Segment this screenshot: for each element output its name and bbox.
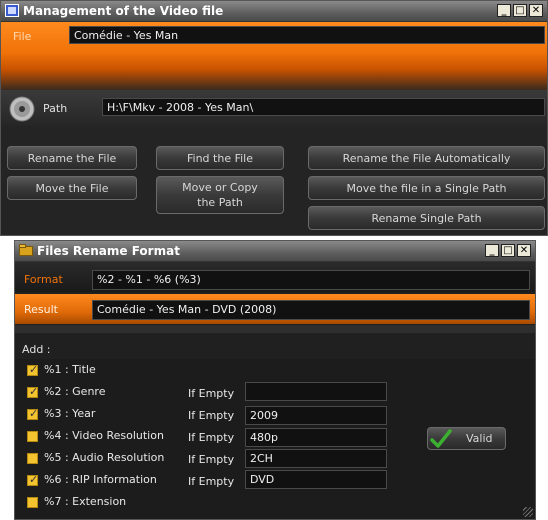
option-extension: %7 : Extension	[15, 495, 215, 511]
option-extension-checkbox[interactable]	[27, 497, 38, 508]
option-title-checkbox[interactable]: ✓	[27, 363, 39, 376]
option-genre-checkbox[interactable]: ✓	[27, 385, 39, 398]
option-extension-label: %7 : Extension	[44, 495, 127, 508]
option-rip-information: ✓ %6 : RIP Information If Empty DVD	[15, 470, 535, 493]
check-mark-icon: ✓	[29, 473, 39, 486]
option-rip-information-label: %6 : RIP Information	[44, 473, 157, 486]
move-copy-path-label-line1: Move or Copy	[182, 181, 258, 194]
window-title: Management of the Video file	[23, 4, 224, 18]
option-title: ✓ %1 : Title	[15, 363, 215, 379]
rename-file-button[interactable]: Rename the File	[7, 146, 137, 170]
option-audio-resolution-checkbox[interactable]	[27, 453, 38, 464]
format-label: Format	[24, 273, 63, 286]
close-button-2[interactable]: ✕	[517, 244, 531, 257]
option-audio-resolution-label: %5 : Audio Resolution	[44, 451, 165, 464]
rename-single-path-button[interactable]: Rename Single Path	[308, 206, 545, 230]
option-genre-label: %2 : Genre	[44, 385, 106, 398]
valid-button[interactable]: Valid	[427, 427, 506, 450]
maximize-button[interactable]: □	[513, 4, 527, 17]
files-rename-format-window: Files Rename Format _ □ ✕ Format %2 - %1…	[14, 240, 536, 520]
option-genre: ✓ %2 : Genre If Empty	[15, 382, 535, 405]
move-file-button[interactable]: Move the File	[7, 176, 137, 200]
move-single-path-button[interactable]: Move the file in a Single Path	[308, 176, 545, 200]
move-copy-path-button[interactable]: Move or Copy the Path	[156, 176, 284, 214]
rip-information-if-empty-field[interactable]: DVD	[245, 470, 387, 489]
valid-label: Valid	[466, 432, 493, 445]
disc-icon	[9, 96, 35, 122]
check-mark-icon: ✓	[29, 385, 39, 398]
option-year-checkbox[interactable]: ✓	[27, 407, 39, 420]
option-year-label: %3 : Year	[44, 407, 96, 420]
audio-resolution-if-empty-field[interactable]: 2CH	[245, 449, 387, 468]
video-management-window: Management of the Video file _ □ ✕ File …	[0, 0, 548, 236]
option-year: ✓ %3 : Year If Empty 2009	[15, 406, 535, 427]
folder-icon	[19, 244, 33, 256]
if-empty-label: If Empty	[188, 387, 235, 400]
file-field[interactable]: Comédie - Yes Man	[69, 26, 545, 44]
minimize-button-2[interactable]: _	[485, 244, 499, 257]
check-icon	[430, 428, 452, 448]
window-title-2: Files Rename Format	[37, 244, 180, 258]
check-mark-icon: ✓	[29, 407, 39, 420]
add-label: Add :	[22, 343, 51, 356]
result-label: Result	[24, 303, 58, 316]
close-button[interactable]: ✕	[529, 4, 543, 17]
check-mark-icon: ✓	[29, 363, 39, 376]
if-empty-label: If Empty	[188, 475, 235, 488]
title-bar: Management of the Video file _ □ ✕	[1, 1, 547, 22]
if-empty-label: If Empty	[188, 409, 235, 422]
app-icon	[5, 4, 19, 17]
separator	[15, 325, 535, 333]
option-title-label: %1 : Title	[44, 363, 96, 376]
format-field[interactable]: %2 - %1 - %6 (%3)	[92, 270, 530, 290]
video-resolution-if-empty-field[interactable]: 480p	[245, 428, 387, 447]
file-label: File	[13, 30, 32, 43]
maximize-button-2[interactable]: □	[501, 244, 515, 257]
if-empty-label: If Empty	[188, 453, 235, 466]
year-if-empty-field[interactable]: 2009	[245, 406, 387, 425]
resize-grip-icon[interactable]	[523, 507, 533, 517]
option-audio-resolution: %5 : Audio Resolution If Empty 2CH	[15, 449, 535, 471]
title-bar-2: Files Rename Format _ □ ✕	[15, 241, 535, 262]
move-copy-path-label-line2: the Path	[197, 196, 243, 209]
option-video-resolution-checkbox[interactable]	[27, 431, 38, 442]
genre-if-empty-field[interactable]	[245, 382, 387, 401]
result-field: Comédie - Yes Man - DVD (2008)	[92, 300, 530, 320]
minimize-button[interactable]: _	[497, 4, 511, 17]
option-video-resolution-label: %4 : Video Resolution	[44, 429, 164, 442]
option-rip-information-checkbox[interactable]: ✓	[27, 473, 39, 486]
rename-automatically-button[interactable]: Rename the File Automatically	[308, 146, 545, 170]
path-field[interactable]: H:\F\Mkv - 2008 - Yes Man\	[102, 98, 545, 116]
if-empty-label: If Empty	[188, 431, 235, 444]
find-file-button[interactable]: Find the File	[156, 146, 284, 170]
path-label: Path	[43, 102, 68, 115]
